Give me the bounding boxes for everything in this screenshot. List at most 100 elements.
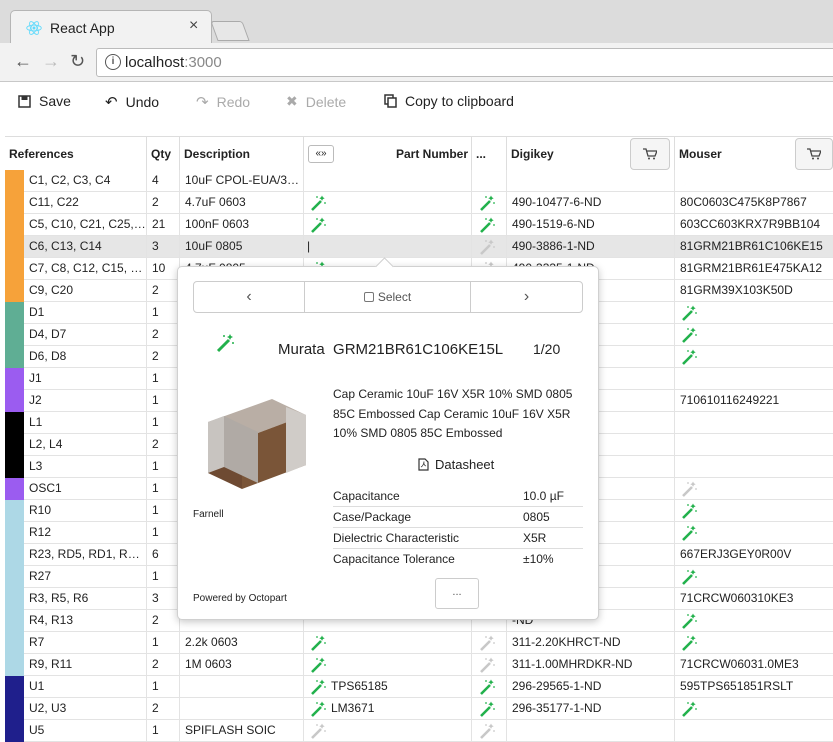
copy-to-clipboard-button[interactable]: Copy to clipboard	[384, 93, 514, 109]
cell-description[interactable]	[180, 676, 304, 698]
cell-references[interactable]: C9, C20	[24, 280, 147, 302]
cell-qty[interactable]: 1	[147, 456, 180, 478]
table-row[interactable]: R7 1 2.2k 0603 311-2.20KHRCT-ND	[5, 632, 833, 654]
cell-part-number[interactable]: TPS65185	[304, 676, 472, 698]
cell-mouser[interactable]	[675, 500, 833, 522]
table-row[interactable]: C1, C2, C3, C4 4 10uF CPOL-EUA/32...	[5, 170, 833, 192]
cell-qty[interactable]: 1	[147, 632, 180, 654]
cell-qty[interactable]: 2	[147, 192, 180, 214]
cell-qty[interactable]: 3	[147, 588, 180, 610]
cell-description[interactable]: 10uF CPOL-EUA/32...	[180, 170, 304, 192]
header-mouser[interactable]: Mouser	[675, 137, 833, 171]
cell-qty[interactable]: 1	[147, 478, 180, 500]
cell-references[interactable]: U5	[24, 720, 147, 742]
cell-part-number[interactable]	[304, 170, 472, 192]
cell-references[interactable]: C7, C8, C12, C15, C1...	[24, 258, 147, 280]
header-more[interactable]: ...	[472, 137, 507, 171]
header-description[interactable]: Description	[180, 137, 304, 171]
cell-mouser[interactable]	[675, 698, 833, 720]
cell-mouser[interactable]	[675, 456, 833, 478]
cell-description[interactable]: 1M 0603	[180, 654, 304, 676]
cell-qty[interactable]: 1	[147, 302, 180, 324]
magic-wand-icon[interactable]	[310, 679, 326, 695]
magic-wand-icon[interactable]	[479, 195, 495, 211]
cell-mouser[interactable]: 80C0603C475K8P7867	[675, 192, 833, 214]
magic-wand-icon[interactable]	[681, 349, 697, 365]
magic-wand-icon[interactable]	[479, 635, 495, 651]
table-row[interactable]: R9, R11 2 1M 0603 311-1.00MHRDKR-ND 71CRCW06…	[5, 654, 833, 676]
cell-references[interactable]: J1	[24, 368, 147, 390]
cell-references[interactable]: D4, D7	[24, 324, 147, 346]
select-button[interactable]: Select	[305, 282, 471, 312]
cell-qty[interactable]: 2	[147, 654, 180, 676]
cell-references[interactable]: R3, R5, R6	[24, 588, 147, 610]
magic-wand-icon[interactable]	[681, 701, 697, 717]
cell-qty[interactable]: 1	[147, 720, 180, 742]
delete-button[interactable]: ✖ Delete	[286, 93, 346, 110]
magic-wand-icon[interactable]	[310, 701, 326, 717]
cell-description[interactable]	[180, 698, 304, 720]
digikey-cart-button[interactable]	[630, 138, 670, 170]
more-button[interactable]: ...	[435, 578, 479, 609]
next-button[interactable]: ›	[471, 282, 582, 312]
cell-references[interactable]: U1	[24, 676, 147, 698]
cell-references[interactable]: R27	[24, 566, 147, 588]
cell-qty[interactable]: 2	[147, 434, 180, 456]
table-row[interactable]: U5 1 SPIFLASH SOIC	[5, 720, 833, 742]
cell-digikey[interactable]: 490-10477-6-ND	[507, 192, 675, 214]
cell-qty[interactable]: 2	[147, 346, 180, 368]
previous-button[interactable]: ‹	[194, 282, 305, 312]
forward-arrow-icon[interactable]: →	[42, 51, 60, 72]
magic-wand-icon[interactable]	[479, 701, 495, 717]
cell-part-number[interactable]	[304, 654, 472, 676]
cell-mouser[interactable]	[675, 368, 833, 390]
cell-qty[interactable]: 4	[147, 170, 180, 192]
close-tab-icon[interactable]: ×	[189, 17, 198, 35]
table-row[interactable]: C6, C13, C14 3 10uF 0805 | 490-3886-1-ND 81GR…	[5, 236, 833, 258]
cell-references[interactable]: C5, C10, C21, C25, C...	[24, 214, 147, 236]
magic-wand-icon[interactable]	[479, 723, 495, 739]
cell-qty[interactable]: 1	[147, 522, 180, 544]
cell-references[interactable]: R7	[24, 632, 147, 654]
magic-wand-icon[interactable]	[681, 305, 697, 321]
cell-part-number[interactable]	[304, 192, 472, 214]
cell-mouser[interactable]	[675, 522, 833, 544]
browser-tab[interactable]: React App ×	[10, 10, 212, 44]
cell-references[interactable]: D6, D8	[24, 346, 147, 368]
cell-qty[interactable]: 2	[147, 324, 180, 346]
cell-digikey[interactable]: 296-35177-1-ND	[507, 698, 675, 720]
cell-mouser[interactable]: 71CRCW06031.0ME3	[675, 654, 833, 676]
save-button[interactable]: Save	[18, 93, 71, 109]
cell-references[interactable]: R9, R11	[24, 654, 147, 676]
magic-wand-icon[interactable]	[310, 657, 326, 673]
cell-references[interactable]: U2, U3	[24, 698, 147, 720]
cell-qty[interactable]: 1	[147, 566, 180, 588]
cell-mouser[interactable]	[675, 478, 833, 500]
cell-references[interactable]: R12	[24, 522, 147, 544]
magic-wand-icon[interactable]	[215, 333, 235, 353]
cell-qty[interactable]: 2	[147, 610, 180, 632]
cell-qty[interactable]: 2	[147, 698, 180, 720]
cell-references[interactable]: L3	[24, 456, 147, 478]
cell-digikey[interactable]: 296-29565-1-ND	[507, 676, 675, 698]
cell-mouser[interactable]	[675, 632, 833, 654]
cell-mouser[interactable]: 710610116249221	[675, 390, 833, 412]
cell-part-number[interactable]: LM3671	[304, 698, 472, 720]
magic-wand-icon[interactable]	[479, 657, 495, 673]
cell-description[interactable]: 100nF 0603	[180, 214, 304, 236]
checkbox-icon[interactable]	[363, 292, 374, 302]
cell-description[interactable]: 4.7uF 0603	[180, 192, 304, 214]
cell-mouser[interactable]: 81GRM39X103K50D	[675, 280, 833, 302]
cell-references[interactable]: R4, R13	[24, 610, 147, 632]
magic-wand-icon[interactable]	[479, 239, 495, 255]
magic-wand-icon[interactable]	[681, 613, 697, 629]
cell-digikey[interactable]	[507, 720, 675, 742]
cell-qty[interactable]: 10	[147, 258, 180, 280]
cell-qty[interactable]: 21	[147, 214, 180, 236]
cell-references[interactable]: D1	[24, 302, 147, 324]
cell-qty[interactable]: 1	[147, 368, 180, 390]
mouser-cart-button[interactable]	[795, 138, 833, 170]
cell-references[interactable]: J2	[24, 390, 147, 412]
cell-references[interactable]: OSC1	[24, 478, 147, 500]
back-arrow-icon[interactable]: ←	[14, 51, 32, 72]
